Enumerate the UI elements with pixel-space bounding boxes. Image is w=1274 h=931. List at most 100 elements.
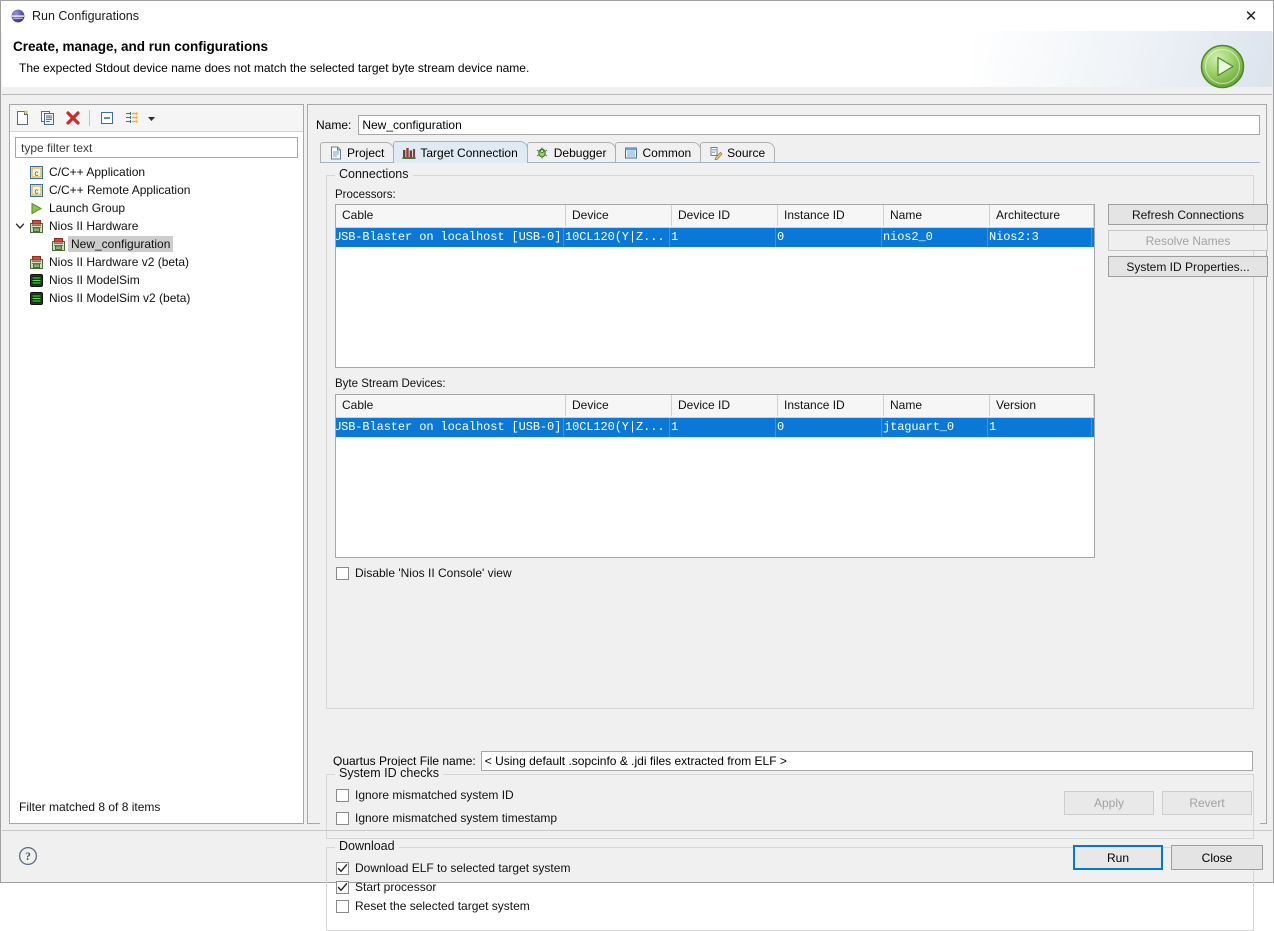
config-name-input[interactable]: New_configuration	[358, 114, 1260, 135]
connections.byte_stream-column-header[interactable]: Device ID	[672, 395, 778, 416]
system-id-properties-button[interactable]: System ID Properties...	[1108, 256, 1268, 277]
checkbox-download-elf-to-selected-target-system[interactable]: Download ELF to selected target system	[336, 861, 570, 875]
tab-label: Project	[347, 146, 385, 160]
tree-twisty-spacer	[12, 253, 28, 271]
tree-item-label: Nios II Hardware v2 (beta)	[49, 255, 190, 269]
filter-input[interactable]: type filter text	[15, 137, 298, 158]
tree-item-c-c-application[interactable]: c C/C++ Application	[10, 163, 303, 181]
group-top-border	[327, 175, 1253, 177]
checkbox-checked-icon	[336, 861, 349, 875]
table-row[interactable]: USB-Blaster on localhost [USB-0] 10CL120(…	[336, 228, 1094, 247]
source-edit-icon	[708, 146, 723, 161]
connections.processors-column-header[interactable]: Cable	[336, 205, 566, 226]
cell-version: 1	[988, 418, 1092, 437]
window-title: Run Configurations	[32, 9, 140, 23]
run-button[interactable]: Run	[1073, 845, 1163, 870]
tree-item-nios-ii-modelsim[interactable]: Nios II ModelSim	[10, 271, 303, 289]
connections.byte_stream-column-header[interactable]: Device	[566, 395, 672, 416]
header-message: The expected Stdout device name does not…	[19, 61, 530, 75]
checkbox-box	[336, 899, 349, 913]
tree-item-label: Nios II ModelSim	[49, 273, 140, 287]
processors-label: Processors:	[335, 189, 396, 201]
tab-target-connection[interactable]: Target Connection	[393, 141, 528, 163]
connections.processors-column-header[interactable]: Device	[566, 205, 672, 226]
quartus-project-file-row: Quartus Project File name: < Using defau…	[333, 750, 1253, 771]
close-window-button[interactable]: ✕	[1229, 1, 1273, 31]
refresh-connections-button[interactable]: Refresh Connections	[1108, 204, 1268, 225]
tree-item-nios-ii-hardware[interactable]: Nios II Hardware	[10, 217, 303, 235]
run-configurations-dialog: Run Configurations ✕ Create, manage, and…	[0, 0, 1274, 931]
cell-instance-id: 0	[776, 228, 882, 247]
cell-cable: USB-Blaster on localhost [USB-0]	[336, 418, 564, 437]
filter-launch-configurations-icon[interactable]	[119, 106, 144, 130]
tree-twisty-spacer	[12, 271, 28, 289]
tab-source[interactable]: Source	[700, 142, 776, 163]
close-button[interactable]: Close	[1171, 845, 1263, 870]
help-question-icon[interactable]: ?	[18, 846, 38, 866]
checkbox-label: Start processor	[355, 880, 437, 894]
tab-common[interactable]: Common	[615, 142, 702, 163]
apply-button: Apply	[1064, 791, 1154, 815]
processors-table[interactable]: Cable Device Device ID Instance ID Name Archi…	[335, 204, 1095, 368]
cell-instance-id: 0	[776, 418, 882, 437]
duplicate-icon[interactable]	[35, 106, 60, 130]
tree-twisty-spacer	[12, 199, 28, 217]
collapse-all-icon[interactable]	[94, 106, 119, 130]
tab-label: Debugger	[553, 146, 607, 160]
connections.byte_stream-column-header[interactable]: Instance ID	[778, 395, 884, 416]
connections.processors-column-header[interactable]: Instance ID	[778, 205, 884, 226]
connections.processors-column-header[interactable]: Architecture	[990, 205, 1094, 226]
cell-device-id: 1	[670, 418, 776, 437]
nios-modelsim-icon	[28, 290, 44, 306]
chevron-down-icon[interactable]	[12, 217, 28, 235]
byte-stream-table[interactable]: Cable Device Device ID Instance ID Name Versi…	[335, 394, 1095, 558]
launch-config-toolbar	[10, 105, 303, 132]
configuration-panel: Name: New_configuration Project Target Co…	[307, 104, 1268, 931]
launch-configurations-panel: type filter text c C/C++ Application c C/C+…	[9, 104, 304, 824]
cell-cable: USB-Blaster on localhost [USB-0]	[336, 228, 564, 247]
tree-item-c-c-remote-application[interactable]: c C/C++ Remote Application	[10, 181, 303, 199]
filter-status-label: Filter matched 8 of 8 items	[19, 800, 161, 814]
target-connection-icon	[401, 145, 416, 160]
tree-item-launch-group[interactable]: Launch Group	[10, 199, 303, 217]
launch-configurations-tree[interactable]: c C/C++ Application c C/C++ Remote Applicat…	[10, 163, 303, 873]
tab-debugger[interactable]: Debugger	[526, 142, 617, 163]
config-name-row: Name: New_configuration	[316, 114, 1260, 135]
connections-group: Connections Processors: Cable Device Devic…	[326, 167, 1268, 771]
new-launch-configuration-icon[interactable]	[10, 106, 35, 130]
cell-architecture: Nios2:3	[988, 228, 1092, 247]
connections.byte_stream-column-header[interactable]: Version	[990, 395, 1094, 416]
checkbox-start-processor[interactable]: Start processor	[336, 880, 436, 894]
tab-label: Source	[727, 146, 766, 160]
eclipse-sphere-icon	[10, 8, 26, 24]
config-tab-bar[interactable]: Project Target Connection Debugger Common So…	[320, 141, 1260, 163]
config-name-label: Name:	[316, 117, 352, 132]
nios-hardware-icon	[50, 236, 66, 252]
target-connection-tab-content: Connections Processors: Cable Device Devic…	[320, 163, 1268, 931]
table-row[interactable]: USB-Blaster on localhost [USB-0] 10CL120(…	[336, 418, 1094, 437]
delete-red-x-icon[interactable]	[60, 106, 85, 130]
byte-stream-table-header: Cable Device Device ID Instance ID Name Versi…	[336, 395, 1094, 418]
connections.byte_stream-column-header[interactable]: Cable	[336, 395, 566, 416]
svg-text:c: c	[34, 187, 38, 196]
connections.processors-column-header[interactable]: Name	[884, 205, 990, 226]
processors-table-body[interactable]: USB-Blaster on localhost [USB-0] 10CL120(…	[336, 228, 1094, 247]
c-app-icon: c	[28, 182, 44, 198]
disable-nios-console-label: Disable 'Nios II Console' view	[355, 566, 512, 580]
disable-nios-console-checkbox[interactable]: Disable 'Nios II Console' view	[336, 566, 512, 580]
byte-stream-table-body[interactable]: USB-Blaster on localhost [USB-0] 10CL120(…	[336, 418, 1094, 437]
tree-item-nios-ii-hardware-v2-beta[interactable]: Nios II Hardware v2 (beta)	[10, 253, 303, 271]
svg-text:c: c	[34, 169, 38, 178]
tab-project[interactable]: Project	[320, 142, 395, 163]
connections.processors-column-header[interactable]: Device ID	[672, 205, 778, 226]
nios-hardware-icon	[28, 254, 44, 270]
launch-group-icon	[28, 200, 44, 216]
checkbox-reset-the-selected-target-system[interactable]: Reset the selected target system	[336, 899, 530, 913]
debugger-bug-icon	[535, 146, 550, 161]
connections.byte_stream-column-header[interactable]: Name	[884, 395, 990, 416]
toolbar-separator	[89, 110, 90, 126]
tree-item-nios-ii-modelsim-v2-beta[interactable]: Nios II ModelSim v2 (beta)	[10, 289, 303, 307]
quartus-project-file-input[interactable]: < Using default .sopcinfo & .jdi files e…	[480, 750, 1253, 771]
view-menu-arrow-icon[interactable]	[144, 106, 158, 130]
tree-item-new-configuration[interactable]: New_configuration	[10, 235, 303, 253]
